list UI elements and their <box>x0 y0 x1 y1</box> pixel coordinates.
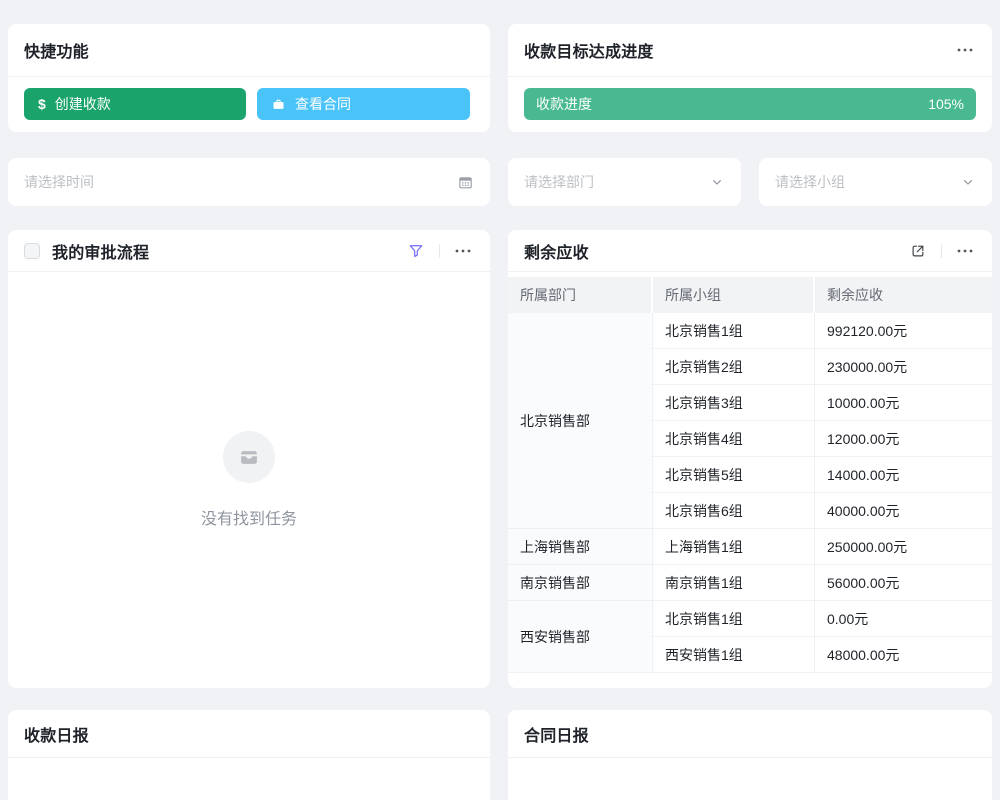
table-row: 上海销售部 上海销售1组 250000.00元 <box>508 529 992 565</box>
payment-progress-bar: 收款进度 105% <box>524 88 976 120</box>
remaining-receivables-card: 剩余应收 所属部门 所属小组 剩余应收 <box>508 230 992 688</box>
empty-inbox-icon <box>223 431 275 483</box>
chevron-down-icon <box>709 174 725 190</box>
group-cell: 上海销售1组 <box>653 529 815 565</box>
dollar-icon: $ <box>38 96 46 112</box>
briefcase-icon <box>271 97 286 112</box>
payment-daily-header: 收款日报 <box>8 710 490 758</box>
progress-card-title: 收款目标达成进度 <box>524 38 654 62</box>
header-divider <box>941 244 942 258</box>
dept-cell: 上海销售部 <box>508 529 653 565</box>
col-header-amount: 剩余应收 <box>815 277 992 313</box>
group-cell: 北京销售4组 <box>653 421 815 457</box>
group-cell: 南京销售1组 <box>653 565 815 601</box>
group-cell: 北京销售3组 <box>653 385 815 421</box>
group-select[interactable]: 请选择小组 <box>759 158 992 206</box>
receivables-table: 所属部门 所属小组 剩余应收 北京销售部 北京销售1组 992120.00元 北… <box>508 277 992 673</box>
receivables-card-title: 剩余应收 <box>524 239 589 263</box>
table-row: 南京销售部 南京销售1组 56000.00元 <box>508 565 992 601</box>
dashboard-page: 快捷功能 $ 创建收款 查看合同 收款目标达成进度 <box>0 0 1000 800</box>
approval-empty-state: 没有找到任务 <box>8 272 490 687</box>
contract-daily-card: 合同日报 <box>508 710 992 800</box>
time-range-picker[interactable]: 请选择时间 <box>8 158 490 206</box>
approval-card-title: 我的审批流程 <box>52 239 149 263</box>
receivables-card-header: 剩余应收 <box>508 230 992 272</box>
quick-actions-title: 快捷功能 <box>24 38 89 62</box>
more-icon[interactable] <box>452 240 474 262</box>
dept-cell: 南京销售部 <box>508 565 653 601</box>
group-cell: 北京销售6组 <box>653 493 815 529</box>
amount-cell: 250000.00元 <box>815 529 992 565</box>
amount-cell: 10000.00元 <box>815 385 992 421</box>
group-cell: 北京销售1组 <box>653 601 815 637</box>
group-cell: 北京销售2组 <box>653 349 815 385</box>
dept-cell: 北京销售部 <box>508 313 653 529</box>
col-header-group: 所属小组 <box>653 277 815 313</box>
payment-daily-card: 收款日报 <box>8 710 490 800</box>
approval-flow-card: 我的审批流程 没有找到任务 <box>8 230 490 688</box>
payment-progress-card: 收款目标达成进度 收款进度 105% <box>508 24 992 132</box>
more-icon[interactable] <box>954 240 976 262</box>
view-contract-label: 查看合同 <box>295 94 351 114</box>
progress-bar-label: 收款进度 <box>536 94 592 114</box>
table-header-row: 所属部门 所属小组 剩余应收 <box>508 277 992 313</box>
approval-select-all-checkbox[interactable] <box>24 243 40 259</box>
create-payment-label: 创建收款 <box>55 94 111 114</box>
calendar-icon <box>457 174 474 191</box>
group-cell: 北京销售1组 <box>653 313 815 349</box>
filter-funnel-icon[interactable] <box>405 240 427 262</box>
approval-empty-text: 没有找到任务 <box>201 505 297 529</box>
amount-cell: 40000.00元 <box>815 493 992 529</box>
col-header-department: 所属部门 <box>508 277 653 313</box>
quick-actions-header: 快捷功能 <box>8 24 490 77</box>
group-select-placeholder: 请选择小组 <box>775 172 960 192</box>
amount-cell: 56000.00元 <box>815 565 992 601</box>
more-icon[interactable] <box>954 39 976 61</box>
progress-card-header: 收款目标达成进度 <box>508 24 992 77</box>
header-divider <box>439 244 440 258</box>
department-select[interactable]: 请选择部门 <box>508 158 741 206</box>
amount-cell: 14000.00元 <box>815 457 992 493</box>
amount-cell: 992120.00元 <box>815 313 992 349</box>
progress-bar-value: 105% <box>928 96 964 112</box>
table-row: 西安销售部 北京销售1组 0.00元 <box>508 601 992 637</box>
approval-card-header: 我的审批流程 <box>8 230 490 272</box>
create-payment-button[interactable]: $ 创建收款 <box>24 88 246 120</box>
payment-daily-title: 收款日报 <box>24 722 89 746</box>
department-select-placeholder: 请选择部门 <box>524 172 709 192</box>
quick-actions-card: 快捷功能 $ 创建收款 查看合同 <box>8 24 490 132</box>
time-picker-placeholder: 请选择时间 <box>24 172 457 192</box>
contract-daily-header: 合同日报 <box>508 710 992 758</box>
progress-body: 收款进度 105% <box>508 77 992 131</box>
group-cell: 北京销售5组 <box>653 457 815 493</box>
table-row: 北京销售部 北京销售1组 992120.00元 <box>508 313 992 349</box>
contract-daily-title: 合同日报 <box>524 722 589 746</box>
amount-cell: 12000.00元 <box>815 421 992 457</box>
view-contract-button[interactable]: 查看合同 <box>257 88 470 120</box>
amount-cell: 48000.00元 <box>815 637 992 673</box>
group-cell: 西安销售1组 <box>653 637 815 673</box>
dept-cell: 西安销售部 <box>508 601 653 673</box>
amount-cell: 230000.00元 <box>815 349 992 385</box>
chevron-down-icon <box>960 174 976 190</box>
quick-actions-body: $ 创建收款 查看合同 <box>8 77 490 131</box>
external-link-icon[interactable] <box>907 240 929 262</box>
amount-cell: 0.00元 <box>815 601 992 637</box>
